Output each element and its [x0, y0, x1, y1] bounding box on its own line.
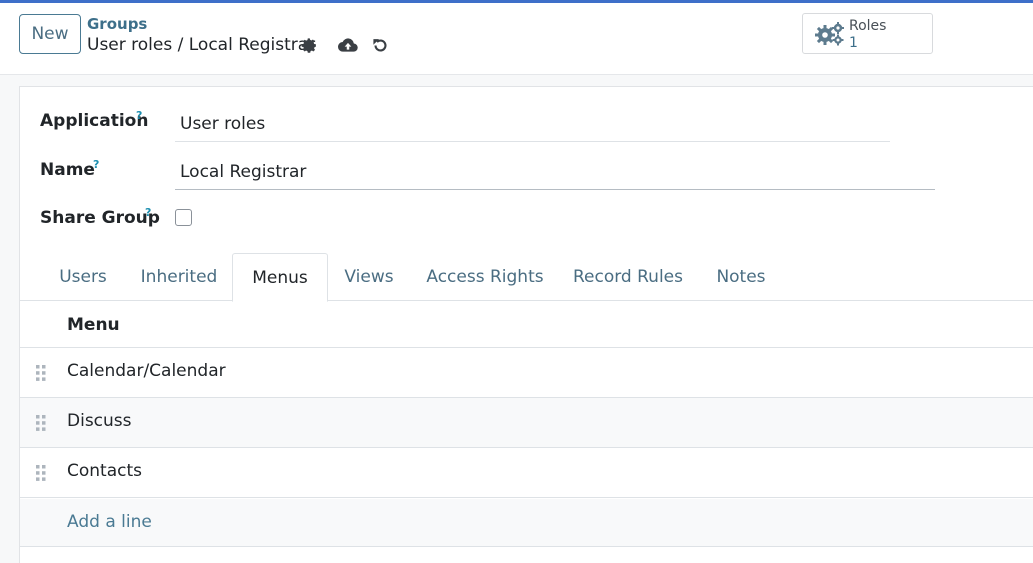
gear-icon[interactable] [301, 37, 318, 54]
share-group-label: Share Group [40, 208, 160, 228]
notebook-tabs: Users Inherited Menus Views Access Right… [20, 253, 1033, 302]
tab-notes[interactable]: Notes [706, 253, 776, 301]
tab-users[interactable]: Users [46, 253, 120, 301]
drag-handle-icon[interactable] [35, 464, 47, 486]
breadcrumb-current: User roles / Local Registrar [87, 35, 316, 55]
table-header: Menu [20, 301, 1033, 348]
cloud-upload-icon[interactable] [338, 37, 358, 53]
application-label: Application [40, 111, 149, 131]
application-field[interactable]: User roles [175, 114, 890, 142]
control-panel: New Groups User roles / Local Registrar [0, 3, 1033, 75]
share-group-help-icon[interactable]: ? [145, 206, 151, 219]
table-row[interactable]: Contacts [20, 448, 1033, 498]
table-row[interactable]: Calendar/Calendar [20, 348, 1033, 398]
drag-handle-icon[interactable] [35, 364, 47, 386]
undo-icon[interactable] [372, 37, 389, 54]
stat-label: Roles [849, 18, 887, 34]
stat-value: 1 [849, 35, 858, 51]
tab-access-rights[interactable]: Access Rights [420, 253, 550, 301]
table-row[interactable]: Discuss [20, 398, 1033, 448]
drag-handle-icon[interactable] [35, 414, 47, 436]
form-sheet: Application ? User roles Name ? Local Re… [19, 86, 1033, 563]
menu-cell[interactable]: Contacts [67, 461, 142, 481]
tab-inherited[interactable]: Inherited [130, 253, 228, 301]
tab-views[interactable]: Views [334, 253, 404, 301]
tab-menus[interactable]: Menus [232, 253, 328, 302]
gears-icon [815, 21, 845, 47]
share-group-checkbox[interactable] [175, 209, 192, 226]
tab-record-rules[interactable]: Record Rules [566, 253, 690, 301]
roles-stat-button[interactable]: Roles 1 [802, 13, 933, 54]
add-line-link[interactable]: Add a line [67, 512, 152, 532]
new-button[interactable]: New [19, 14, 81, 54]
add-line-row: Add a line [20, 499, 1033, 547]
name-label: Name [40, 160, 95, 180]
menu-column-header[interactable]: Menu [67, 315, 120, 335]
menu-cell[interactable]: Calendar/Calendar [67, 361, 226, 381]
menu-cell[interactable]: Discuss [67, 411, 132, 431]
application-help-icon[interactable]: ? [136, 109, 142, 122]
name-help-icon[interactable]: ? [93, 158, 99, 171]
name-field[interactable]: Local Registrar [175, 162, 935, 190]
breadcrumb-parent[interactable]: Groups [87, 15, 147, 33]
